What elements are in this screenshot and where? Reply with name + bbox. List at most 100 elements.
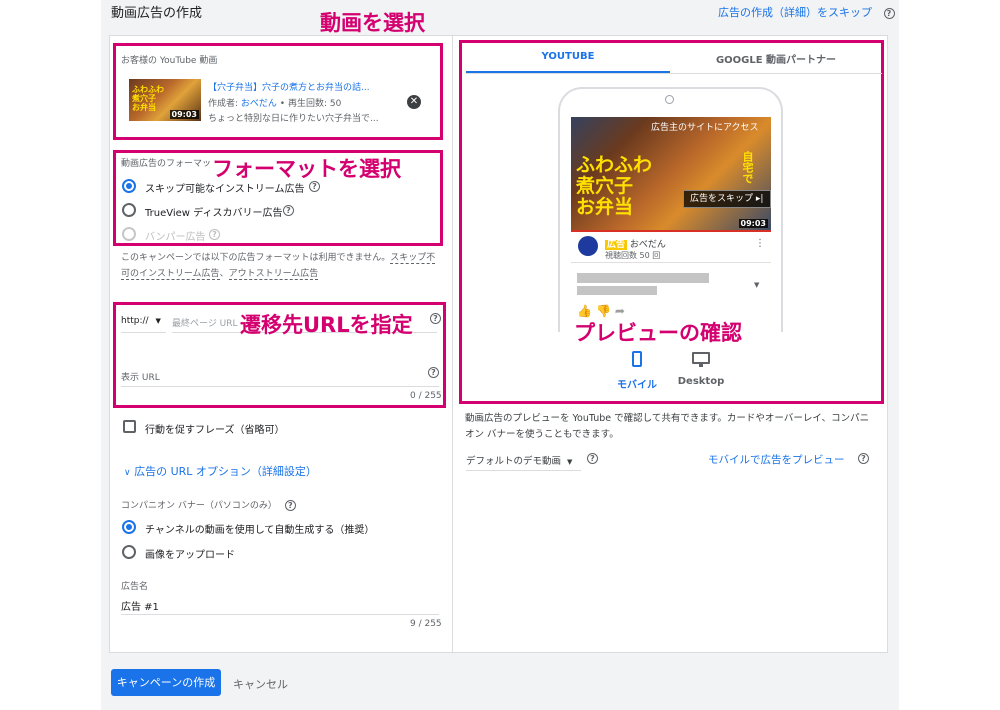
display-url-counter: 0 / 255 (410, 391, 442, 401)
dropdown-arrow-icon: ▼ (567, 458, 573, 466)
overlay-line-3: お弁当 (576, 196, 634, 218)
outstream-link[interactable]: アウトストリーム広告 (228, 269, 319, 280)
video-views: • 再生回数: 50 (276, 99, 342, 109)
skip-next-icon: ▸| (755, 194, 764, 204)
help-icon[interactable]: ? (858, 453, 869, 464)
device-desktop-label[interactable]: Desktop (676, 376, 726, 387)
overlay-line-2: 煮穴子 (576, 175, 634, 197)
demo-video-select[interactable]: デフォルトのデモ動画 ▼ (466, 453, 572, 467)
demo-video-value: デフォルトのデモ動画 (466, 456, 562, 467)
mobile-phone-icon[interactable] (632, 351, 642, 367)
visit-advertiser-link[interactable]: 広告主のサイトにアクセス (651, 120, 759, 133)
video-duration-badge: 09:03 (169, 110, 199, 119)
protocol-underline (121, 332, 166, 333)
column-divider (452, 35, 453, 653)
annotation-select-format: フォーマットを選択 (212, 157, 401, 181)
cta-checkbox[interactable] (123, 420, 136, 433)
ad-progress-bar (571, 230, 771, 232)
video-author-prefix: 作成者: (208, 99, 241, 109)
cta-label: 行動を促すフレーズ（省略可） (145, 425, 285, 436)
mobile-preview-link[interactable]: モバイルで広告をプレビュー (708, 452, 845, 467)
remove-video-icon[interactable]: ✕ (407, 95, 421, 109)
option-skippable-instream-label: スキップ可能なインストリーム広告 (145, 184, 305, 195)
tabs-underline (466, 73, 882, 74)
annotation-specify-url: 遷移先URLを指定 (240, 313, 413, 337)
display-url-underline (121, 386, 439, 387)
desktop-monitor-stand (699, 364, 703, 367)
option-upload-image-label: 画像をアップロード (145, 550, 235, 561)
create-campaign-button[interactable]: キャンペーンの作成 (111, 669, 221, 696)
help-icon[interactable]: ? (883, 8, 895, 19)
desktop-monitor-icon[interactable] (692, 352, 710, 364)
radio-skippable-instream[interactable] (122, 179, 136, 193)
video-description: ちょっと特別な日に作りたい穴子弁当で... (208, 114, 379, 124)
like-dislike-share-icons: 👍👎➦ (577, 304, 629, 318)
more-vert-icon[interactable]: ⋮ (755, 238, 765, 249)
option-trueview-discovery-label: TrueView ディスカバリー広告 (145, 208, 283, 219)
ad-name-label: 広告名 (121, 582, 149, 592)
ad-name-counter: 9 / 255 (410, 619, 442, 629)
skip-detailed-creation-link[interactable]: 広告の作成（詳細）をスキップ ? (718, 4, 895, 20)
unavailable-formats-note: このキャンペーンでは以下の広告フォーマットは利用できません。スキップ不可のインス… (121, 250, 441, 282)
ad-badge: 広告 (605, 240, 628, 250)
annotation-select-video: 動画を選択 (320, 11, 425, 35)
ad-name-underline (121, 614, 439, 615)
preview-video-player[interactable]: 広告主のサイトにアクセス ふわふわ 煮穴子 お弁当 自宅で 広告をスキップ ▸|… (571, 117, 771, 230)
final-url-input[interactable]: 最終ページ URL (172, 316, 238, 329)
preview-separator (571, 262, 771, 263)
option-bumper-label: バンパー広告 (145, 232, 206, 243)
companion-banner-label: コンパニオン バナー（パソコンのみ）? (121, 498, 296, 511)
protocol-value: http:// (121, 316, 149, 326)
ad-name-input[interactable]: 広告 #1 (121, 598, 159, 613)
overlay-side-text: 自宅で (741, 151, 754, 184)
preview-duration-badge: 09:03 (738, 219, 768, 228)
video-author-link[interactable]: おべだん (241, 99, 277, 109)
channel-avatar (578, 236, 598, 256)
overlay-line-1: ふわふわ (576, 154, 653, 176)
display-url-input[interactable]: 表示 URL (121, 370, 160, 383)
preview-overlay-text: ふわふわ 煮穴子 お弁当 (576, 155, 652, 218)
format-section-label: 動画広告のフォーマット (121, 159, 211, 169)
option-auto-generate-label: チャンネルの動画を使用して自動生成する（推奨） (145, 525, 375, 536)
help-icon[interactable]: ? (430, 313, 441, 324)
radio-upload-image[interactable] (122, 545, 136, 559)
note-separator: 、 (219, 269, 229, 279)
radio-bumper-disabled (122, 227, 136, 241)
skip-link-label[interactable]: 広告の作成（詳細）をスキップ (718, 6, 872, 19)
preview-channel-name: おべだん (629, 240, 666, 250)
url-options-label[interactable]: 広告の URL オプション（詳細設定） (134, 465, 317, 478)
expand-arrow-icon: ▼ (754, 281, 760, 289)
demo-select-underline (466, 470, 581, 471)
help-icon[interactable]: ? (284, 500, 296, 511)
skeleton-title-line (577, 273, 709, 283)
skip-ad-button[interactable]: 広告をスキップ ▸| (683, 190, 771, 208)
note-text: このキャンペーンでは以下の広告フォーマットは利用できません。 (121, 253, 391, 263)
page-title: 動画広告の作成 (111, 6, 203, 21)
radio-auto-generate-companion[interactable] (122, 520, 136, 534)
url-options-toggle[interactable]: ∨ 広告の URL オプション（詳細設定） (124, 463, 317, 479)
annotation-preview-check: プレビューの確認 (574, 321, 742, 345)
radio-trueview-discovery[interactable] (122, 203, 136, 217)
tab-youtube[interactable]: YOUTUBE (466, 51, 670, 62)
preview-description: 動画広告のプレビューを YouTube で確認して共有できます。カードやオーバー… (465, 413, 870, 440)
help-icon[interactable]: ? (283, 205, 294, 216)
help-icon[interactable]: ? (428, 367, 439, 378)
phone-camera (665, 95, 674, 104)
protocol-select[interactable]: http:// ▼ (121, 316, 161, 326)
tab-google-video-partners[interactable]: GOOGLE 動画パートナー (670, 51, 882, 66)
help-icon[interactable]: ? (587, 453, 598, 464)
device-mobile-label[interactable]: モバイル (612, 376, 662, 391)
cancel-button[interactable]: キャンセル (233, 676, 288, 692)
video-meta: 作成者: おべだん • 再生回数: 50 (208, 96, 341, 109)
skeleton-subtitle-line (577, 286, 657, 295)
dropdown-arrow-icon: ▼ (155, 317, 161, 325)
companion-label-text: コンパニオン バナー（パソコンのみ） (121, 501, 277, 511)
ad-info-line: 広告 おべだん (605, 237, 666, 250)
skip-ad-label: 広告をスキップ (690, 194, 754, 204)
video-title-link[interactable]: 【穴子弁当】穴子の煮方とお弁当の詰... (208, 80, 398, 93)
thumbnail-overlay-text: ふわふわ 煮穴子 お弁当 (132, 85, 164, 112)
help-icon: ? (209, 229, 220, 240)
help-icon[interactable]: ? (309, 181, 320, 192)
video-section-label: お客様の YouTube 動画 (121, 56, 218, 66)
video-thumbnail[interactable]: ふわふわ 煮穴子 お弁当 09:03 (129, 79, 201, 121)
